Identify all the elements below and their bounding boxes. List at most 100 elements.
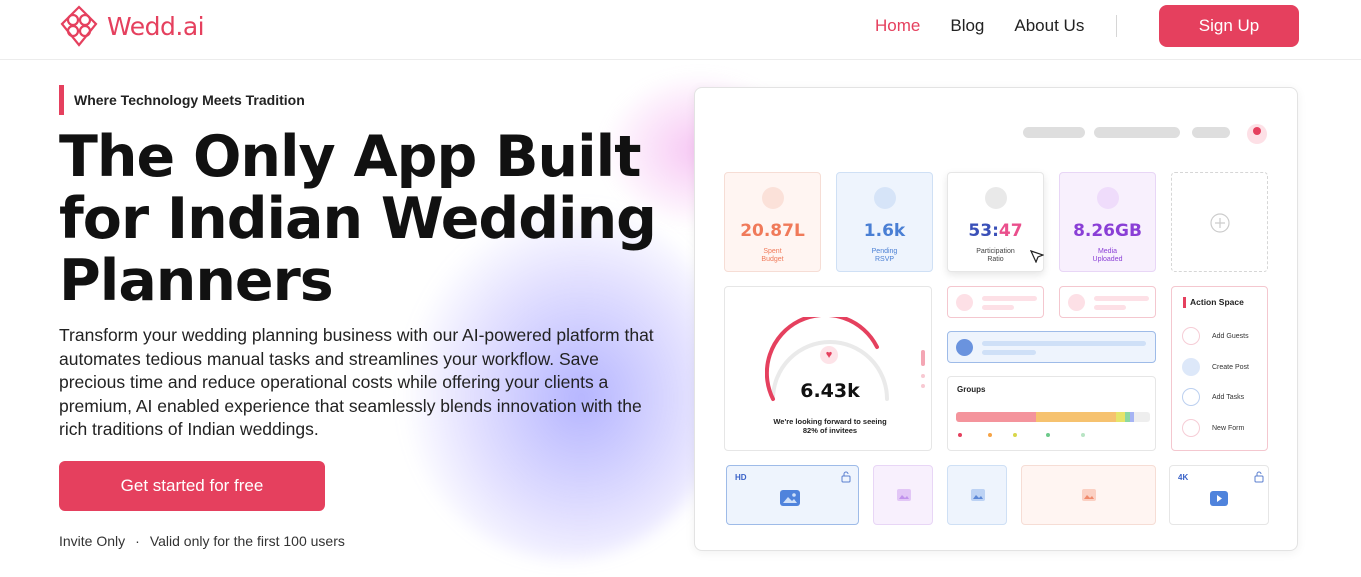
stat-label: Spent Budget [761, 248, 784, 263]
action-label: Add Guests [1212, 332, 1249, 340]
media-card [1021, 465, 1156, 525]
placeholder-bar [1023, 127, 1085, 138]
action-new-form: New Form [1182, 419, 1244, 437]
plus-circle-icon [1210, 213, 1230, 233]
stat-value: 53:47 [948, 221, 1043, 241]
action-add-guests: Add Guests [1182, 327, 1249, 345]
action-space-card: Action Space Add Guests Create Post Add … [1171, 286, 1268, 451]
nav-link-about[interactable]: About Us [1014, 16, 1084, 36]
action-create-post: Create Post [1182, 358, 1249, 376]
lock-icon [1254, 471, 1264, 483]
task-icon [1182, 388, 1200, 406]
action-label: Add Tasks [1212, 393, 1245, 401]
image-icon [780, 490, 800, 506]
placeholder-bar [1094, 127, 1180, 138]
nav-divider [1116, 15, 1117, 37]
image-icon [897, 489, 911, 501]
dashboard-mockup: 20.87L Spent Budget 1.6k Pending RSVP 53… [694, 87, 1298, 551]
media-card-hd: HD [726, 465, 859, 525]
ratio-a: 53 [968, 221, 993, 241]
notification-card [1059, 286, 1156, 318]
legend-dot [1013, 433, 1017, 437]
add-widget-card [1171, 172, 1268, 272]
bell-icon [956, 294, 973, 311]
hero-description: Transform your wedding planning business… [59, 325, 654, 439]
stat-dot [1096, 187, 1119, 209]
scroll-dot [921, 384, 925, 388]
bell-icon [956, 339, 973, 356]
4k-tag: 4K [1178, 473, 1189, 482]
nav-link-blog[interactable]: Blog [950, 16, 984, 36]
placeholder-bar [1192, 127, 1230, 138]
placeholder-line [982, 296, 1037, 301]
brand-knot-icon [60, 5, 98, 47]
stat-label: Participation Ratio [976, 248, 1015, 263]
gauge-caption-2: 82% of invitees [802, 426, 858, 435]
hero-headline: The Only App Built for Indian Wedding Pl… [59, 124, 657, 314]
placeholder-line [1094, 296, 1149, 301]
video-icon [1210, 491, 1228, 506]
placeholder-line [1094, 305, 1126, 310]
media-card-4k: 4K [1169, 465, 1269, 525]
get-started-button[interactable]: Get started for free [59, 461, 325, 511]
form-icon [1182, 419, 1200, 437]
fineprint: Invite Only · Valid only for the first 1… [59, 533, 345, 549]
nav-link-home[interactable]: Home [875, 16, 920, 36]
scroll-indicator [921, 350, 925, 366]
groups-bar [956, 412, 1150, 422]
stat-dot [984, 187, 1007, 209]
brand-name: Wedd.ai [107, 11, 205, 41]
bar-segment [956, 412, 1036, 422]
fineprint-invite: Invite Only [59, 533, 126, 549]
legend-dot [958, 433, 962, 437]
stat-card-media: 8.26GB Media Uploaded [1059, 172, 1156, 272]
stat-value: 1.6k [863, 221, 906, 241]
ratio-b: 47 [998, 221, 1023, 241]
heart-icon: ♥ [820, 346, 838, 364]
stat-dot [761, 187, 784, 209]
notification-card [947, 286, 1044, 318]
placeholder-line [982, 350, 1036, 355]
image-icon [1082, 489, 1096, 501]
post-icon [1182, 358, 1200, 376]
stat-card-participation: 53:47 Participation Ratio [947, 172, 1044, 272]
gauge-caption: We're looking forward to seeing [773, 417, 887, 426]
image-icon [971, 489, 985, 501]
placeholder-line [982, 341, 1146, 346]
user-plus-icon [1182, 327, 1200, 345]
stat-label: Pending RSVP [871, 248, 898, 263]
fineprint-separator: · [135, 533, 140, 549]
fineprint-validity: Valid only for the first 100 users [149, 533, 345, 549]
brand-logo[interactable]: Wedd.ai [59, 4, 205, 48]
legend-dot [1046, 433, 1050, 437]
stat-value: 8.26GB [1073, 221, 1142, 241]
stat-card-rsvp: 1.6k Pending RSVP [836, 172, 933, 272]
stat-value: 20.87L [740, 221, 805, 241]
groups-label: Groups [957, 385, 986, 394]
legend-dot [988, 433, 992, 437]
action-space-accent [1183, 297, 1186, 308]
bell-icon [1068, 294, 1085, 311]
cursor-arrow-icon [1030, 250, 1044, 263]
gauge-card: ♥ 6.43k We're looking forward to seeing … [724, 286, 932, 451]
stat-label: Media Uploaded [1092, 248, 1123, 263]
lock-icon [841, 471, 851, 483]
user-avatar-icon [1247, 124, 1267, 144]
groups-card: Groups [947, 376, 1156, 451]
scroll-dot [921, 374, 925, 378]
bar-segment [1130, 412, 1134, 422]
nav-links: Home Blog About Us [875, 16, 1084, 36]
signup-button[interactable]: Sign Up [1159, 5, 1299, 47]
media-card [873, 465, 933, 525]
action-label: Create Post [1212, 363, 1249, 371]
media-card [947, 465, 1007, 525]
bar-segment [1036, 412, 1116, 422]
ratio-sep: : [992, 221, 999, 241]
stat-dot [873, 187, 896, 209]
hd-tag: HD [735, 473, 747, 482]
bar-segment [1116, 412, 1125, 422]
notification-card-active [947, 331, 1156, 363]
action-add-tasks: Add Tasks [1182, 388, 1244, 406]
placeholder-line [982, 305, 1014, 310]
legend-dot [1081, 433, 1085, 437]
